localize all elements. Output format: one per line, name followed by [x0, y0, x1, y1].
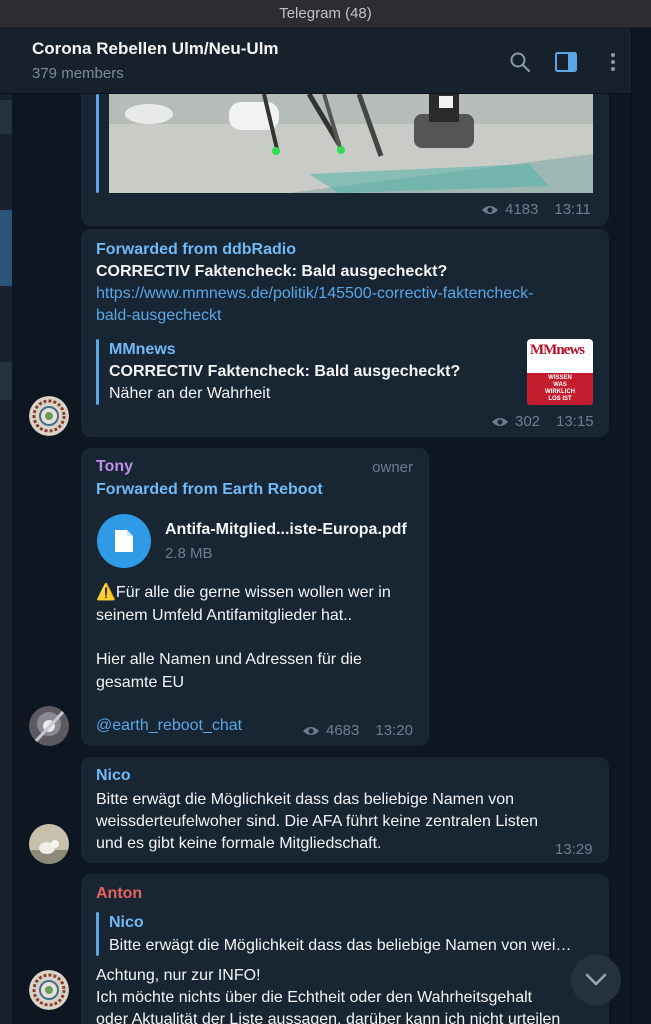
- message-text: Bitte erwägt die Möglichkeit dass das be…: [96, 791, 515, 808]
- thumb-text: WIRKLICH: [545, 389, 575, 395]
- view-count: 4183: [505, 201, 539, 218]
- more-vertical-icon[interactable]: [601, 50, 625, 74]
- file-size: 2.8 MB: [165, 545, 213, 562]
- text-message[interactable]: Nico Bitte erwägt die Möglichkeit dass d…: [81, 757, 609, 863]
- window-title: Telegram (48): [279, 5, 372, 22]
- reply-quote[interactable]: Bitte erwägt die Möglichkeit dass das be…: [109, 935, 571, 957]
- chat-list-edge[interactable]: [0, 94, 12, 1024]
- sender-name[interactable]: Nico: [96, 767, 131, 785]
- message-text: Ich möchte nichts über die Echtheit oder…: [96, 989, 533, 1006]
- video-message[interactable]: 4183 13:11: [81, 94, 609, 226]
- message-text: CORRECTIV Faktencheck: Bald ausgecheckt?: [96, 263, 448, 280]
- forwarded-link-message[interactable]: Forwarded from ddbRadio CORRECTIV Fakten…: [81, 229, 609, 437]
- message-time: 13:20: [375, 722, 413, 739]
- file-icon: [115, 530, 133, 552]
- message-text: gesamte EU: [96, 674, 185, 691]
- chat-header[interactable]: Corona Rebellen Ulm/Neu-Ulm 379 members: [0, 28, 631, 94]
- file-name[interactable]: Antifa-Mitglied...iste-Europa.pdf: [165, 519, 407, 541]
- video-thumbnail[interactable]: [109, 94, 593, 193]
- message-text: seinem Umfeld Antifamitglieder hat..: [96, 607, 353, 624]
- eye-icon: [482, 205, 498, 214]
- avatar[interactable]: [29, 706, 69, 746]
- sender-name[interactable]: Tony: [96, 458, 133, 476]
- message-text: oder Aktualität der Liste aussagen, darü…: [96, 1011, 561, 1024]
- chevron-down-icon: [585, 973, 607, 986]
- avatar[interactable]: [29, 970, 69, 1010]
- eye-icon: [303, 726, 319, 735]
- message-text: und es gibt keine formale Mitgliedschaft…: [96, 835, 382, 852]
- avatar[interactable]: [29, 396, 69, 436]
- link-preview-thumbnail[interactable]: MMnews WISSEN WAS WIRKLICH LOS IST: [527, 339, 593, 405]
- sender-name[interactable]: Anton: [96, 885, 142, 903]
- thumb-text: WISSEN: [548, 375, 572, 381]
- link-preview-title: CORRECTIV Faktencheck: Bald ausgecheckt?: [109, 363, 461, 380]
- link-preview-site[interactable]: MMnews: [109, 341, 176, 359]
- link-preview-desc: Näher an der Wahrheit: [109, 385, 271, 402]
- message-meta: 4683 13:20: [302, 722, 413, 739]
- eye-icon: [492, 417, 508, 426]
- forwarded-from[interactable]: Forwarded from Earth Reboot: [96, 481, 323, 499]
- chat-title[interactable]: Corona Rebellen Ulm/Neu-Ulm: [32, 39, 279, 59]
- owner-badge: owner: [372, 459, 413, 476]
- avatar[interactable]: [29, 824, 69, 864]
- message-time: 13:11: [554, 201, 591, 218]
- thumb-text: WAS: [553, 382, 567, 388]
- window-title-bar: Telegram (48): [0, 0, 651, 28]
- view-count: 302: [515, 413, 541, 430]
- message-text: ⚠️Für alle die gerne wissen wollen wer i…: [96, 584, 391, 601]
- message-meta: 302 13:15: [491, 413, 594, 430]
- side-panel-icon[interactable]: [554, 50, 578, 74]
- view-count: 4683: [326, 722, 360, 739]
- mention-link[interactable]: @earth_reboot_chat: [96, 715, 242, 737]
- member-count: 379 members: [32, 65, 124, 82]
- reply-sender[interactable]: Nico: [109, 914, 144, 932]
- message-time: 13:29: [555, 841, 593, 858]
- file-message[interactable]: Tony owner Forwarded from Earth Reboot A…: [81, 448, 429, 746]
- warning-icon: ⚠️: [96, 584, 116, 601]
- message-text: Hier alle Namen und Adressen für die: [96, 651, 362, 668]
- scroll-to-bottom-button[interactable]: [571, 955, 621, 1005]
- message-time: 13:15: [556, 413, 594, 430]
- thumb-logo: MMnews: [530, 342, 585, 358]
- message-link[interactable]: https://www.mmnews.de/politik/145500-cor…: [96, 283, 534, 305]
- message-meta: 13:29: [555, 841, 593, 858]
- message-meta: 4183 13:11: [481, 201, 591, 218]
- scrollbar-track[interactable]: [631, 28, 651, 1024]
- search-icon[interactable]: [508, 50, 532, 74]
- reply-message[interactable]: Anton Nico Bitte erwägt die Möglichkeit …: [81, 874, 609, 1024]
- message-text: weissderteufelwoher sind. Die AFA führt …: [96, 813, 539, 830]
- message-link-cont[interactable]: bald-ausgecheckt: [96, 305, 221, 327]
- forwarded-from[interactable]: Forwarded from ddbRadio: [96, 241, 296, 259]
- thumb-text: LOS IST: [548, 396, 572, 402]
- file-download-button[interactable]: [97, 514, 151, 568]
- message-text: Achtung, nur zur INFO!: [96, 967, 261, 984]
